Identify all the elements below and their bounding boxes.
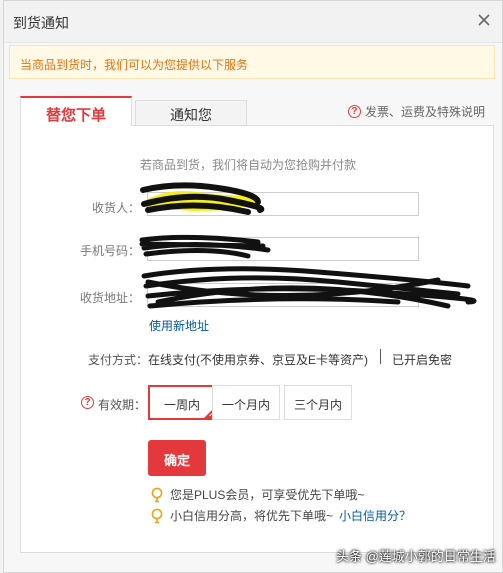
receiver-label: 收货人：: [91, 201, 140, 215]
phone-label: 手机号码：: [79, 244, 140, 258]
question-circle-icon[interactable]: ?: [81, 396, 94, 409]
tip-credit: 小白信用分高，将优先下单哦~ 小白信用分？: [150, 507, 411, 524]
use-new-address-link[interactable]: 使用新地址: [149, 317, 209, 334]
phone-field[interactable]: [147, 237, 419, 261]
lightbulb-icon: [151, 508, 163, 523]
close-icon[interactable]: [474, 10, 494, 30]
validity-label: 有效期：: [98, 398, 147, 412]
help-link[interactable]: ? 发票、运费及特殊说明: [347, 103, 485, 120]
address-field[interactable]: [147, 283, 419, 307]
receiver-field[interactable]: [147, 192, 419, 216]
payment-label: 支付方式：: [88, 353, 149, 367]
tab-notify-you[interactable]: 通知您: [135, 100, 247, 126]
tip-plus: 您是PLUS会员，可享受优先下单哦~: [150, 486, 364, 503]
lightbulb-icon: [151, 487, 163, 502]
watermark: 头条 @莲城小郭的日常生活: [336, 549, 496, 564]
validity-option-month[interactable]: 一个月内: [212, 385, 280, 420]
address-label: 收货地址：: [79, 291, 140, 305]
form-description: 若商品到货，我们将自动为您抢购并付款: [140, 158, 357, 172]
payment-value: 在线支付(不使用京券、京豆及E卡等资产): [148, 353, 368, 367]
notice-banner: 当商品到货时，我们可以为您提供以下服务: [9, 45, 495, 79]
validity-option-three-months[interactable]: 三个月内: [284, 385, 352, 420]
dialog-titlebar: 到货通知: [4, 1, 502, 43]
credit-score-link[interactable]: 小白信用分？: [339, 507, 411, 524]
confirm-button[interactable]: 确定: [148, 440, 206, 476]
tab-order-for-you[interactable]: 替您下单: [20, 96, 132, 126]
payment-divider: [380, 349, 381, 364]
question-circle-icon: ?: [347, 105, 361, 118]
validity-option-week[interactable]: 一周内: [148, 385, 216, 420]
password-free-status: 已开启免密: [392, 353, 453, 367]
help-link-label: 发票、运费及特殊说明: [364, 105, 485, 119]
tip-credit-text: 小白信用分高，将优先下单哦~: [170, 509, 334, 523]
tip-plus-text: 您是PLUS会员，可享受优先下单哦~: [170, 488, 365, 502]
dialog-title: 到货通知: [13, 15, 69, 31]
